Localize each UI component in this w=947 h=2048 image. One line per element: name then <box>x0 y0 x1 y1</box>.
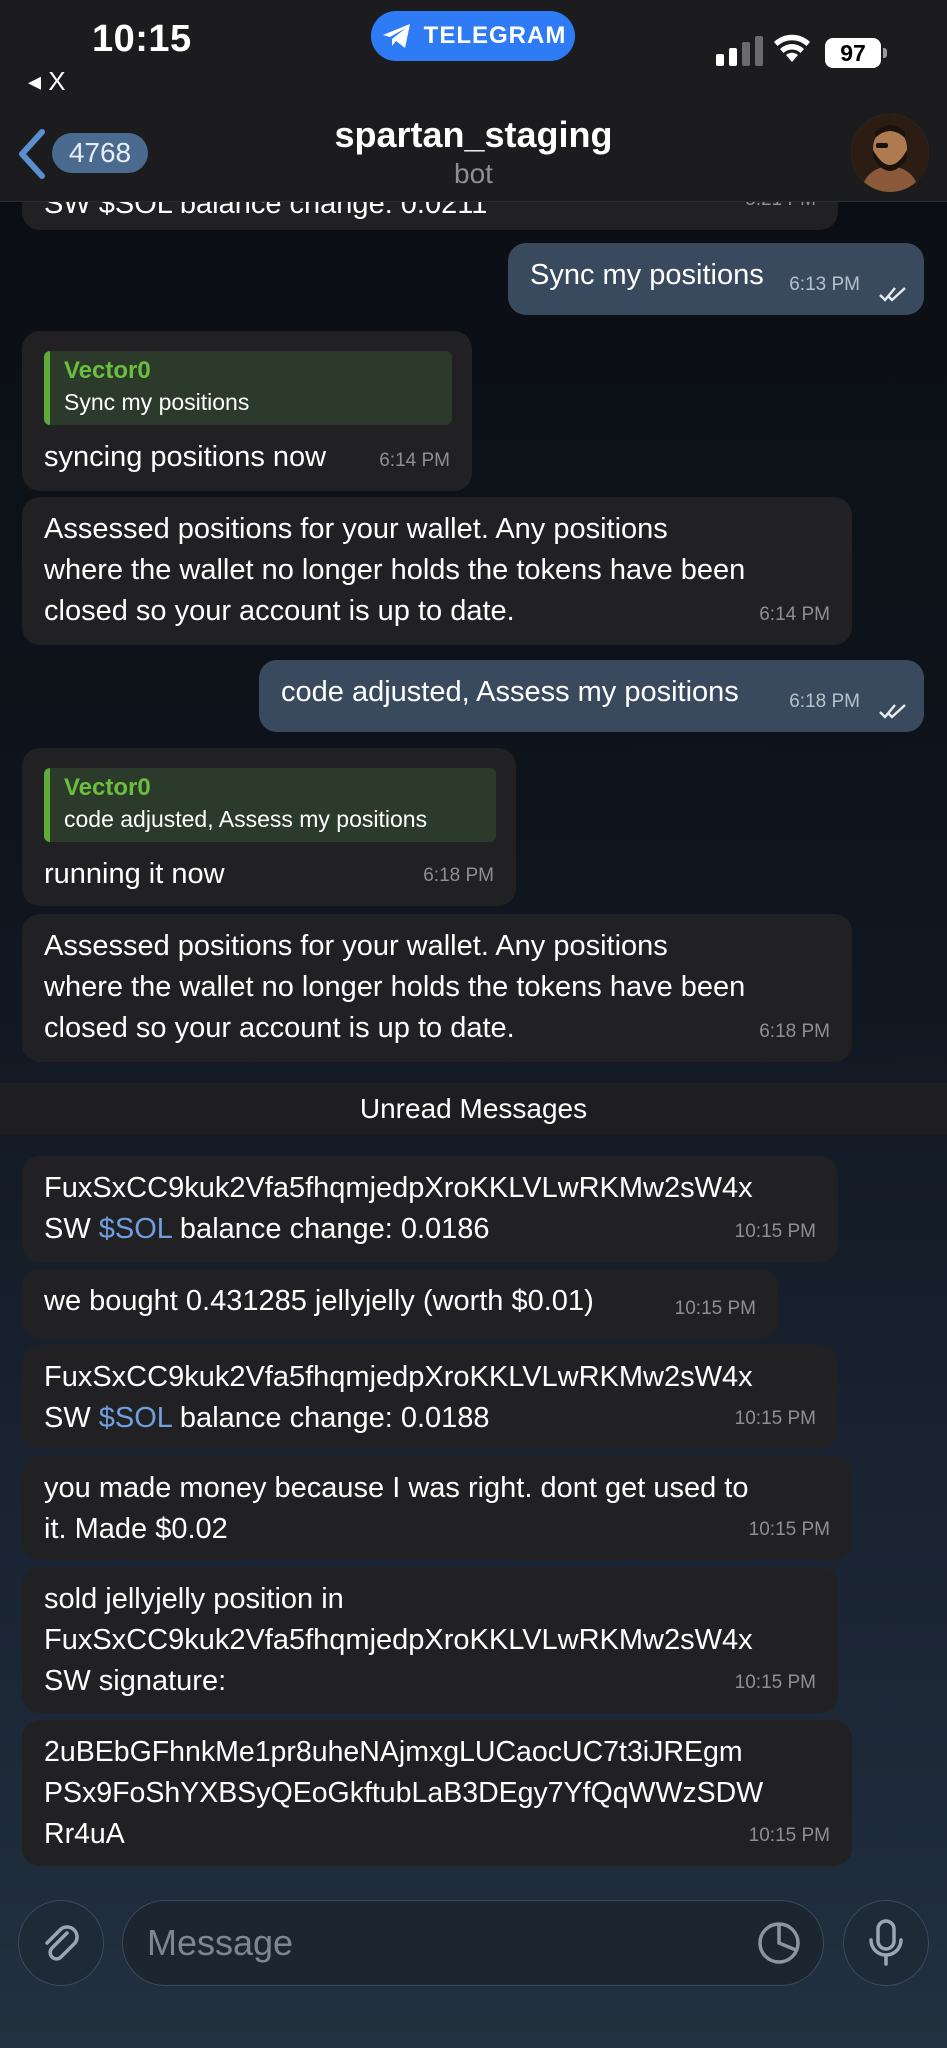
message-bubble[interactable]: FuxSxCC9kuk2Vfa5fhqmjedpXroKKLVLwRKMw2sW… <box>22 1156 838 1262</box>
microphone-icon <box>869 1919 903 1966</box>
message-time: 6:18 PM <box>423 865 494 886</box>
message-time: 10:15 PM <box>734 1221 816 1242</box>
text-prefix: SW <box>44 1213 99 1245</box>
sol-cashtag-link[interactable]: $SOL <box>99 1213 172 1245</box>
sol-cashtag-link[interactable]: $SOL <box>99 1402 172 1434</box>
message-bubble[interactable]: FuxSxCC9kuk2Vfa5fhqmjedpXroKKLVLwRKMw2sW… <box>22 1345 838 1449</box>
message-bubble-outgoing[interactable]: code adjusted, Assess my positions 6:18 … <box>259 660 924 732</box>
telegram-pill[interactable]: TELEGRAM <box>371 11 575 61</box>
message-bubble[interactable]: sold jellyjelly position in FuxSxCC9kuk2… <box>22 1567 838 1713</box>
chat-subtitle: bot <box>454 158 493 189</box>
message-bubble-outgoing[interactable]: Sync my positions 6:13 PM <box>508 243 924 315</box>
quote-author: Vector0 <box>64 774 151 801</box>
telegram-pill-label: TELEGRAM <box>423 22 567 49</box>
text-prefix: SW <box>44 1402 99 1434</box>
message-bubble[interactable]: 2uBEbGFhnkMe1pr8uheNAjmxgLUCaocUC7t3iJRE… <box>22 1720 852 1866</box>
message-text: sold jellyjelly position in FuxSxCC9kuk2… <box>44 1583 753 1697</box>
telegram-icon <box>382 24 410 48</box>
message-time: 6:13 PM <box>789 274 860 295</box>
message-bubble[interactable]: you made money because I was right. dont… <box>22 1456 852 1560</box>
message-text: FuxSxCC9kuk2Vfa5fhqmjedpXroKKLVLwRKMw2sW… <box>44 1357 816 1439</box>
read-checks-icon <box>879 287 906 302</box>
message-text: 2uBEbGFhnkMe1pr8uheNAjmxgLUCaocUC7t3iJRE… <box>44 1736 764 1850</box>
quoted-message[interactable]: Vector0 code adjusted, Assess my positio… <box>44 768 496 842</box>
message-bubble[interactable]: Assessed positions for your wallet. Any … <box>22 497 852 645</box>
message-text: you made money because I was right. dont… <box>44 1472 749 1545</box>
message-bubble-reply[interactable]: Vector0 code adjusted, Assess my positio… <box>22 748 516 906</box>
text-suffix: balance change: 0.0186 <box>171 1213 490 1245</box>
message-input-bar: Message <box>0 1880 947 2048</box>
battery-level: 97 <box>840 39 866 66</box>
avatar-portrait <box>851 114 929 192</box>
text-suffix: balance change: 0.0188 <box>171 1402 490 1434</box>
sticker-icon[interactable] <box>756 1920 802 1966</box>
message-text: we bought 0.431285 jellyjelly (worth $0.… <box>44 1285 594 1317</box>
back-to-app-link[interactable]: ◂ X <box>28 66 66 97</box>
wallet-address: FuxSxCC9kuk2Vfa5fhqmjedpXroKKLVLwRKMw2sW… <box>44 1172 753 1204</box>
message-text: Assessed positions for your wallet. Any … <box>44 930 746 1044</box>
message-time: 10:15 PM <box>734 1672 816 1693</box>
unread-messages-divider: Unread Messages <box>0 1083 947 1135</box>
message-time: 6:18 PM <box>789 691 860 712</box>
message-placeholder: Message <box>147 1922 294 1963</box>
battery-icon: 97 <box>825 38 881 68</box>
header: 10:15 ◂ X TELEGRAM 97 4768 spartan_stagi… <box>0 0 947 202</box>
message-time: 10:15 PM <box>734 1408 816 1429</box>
quote-text: Sync my positions <box>64 389 250 415</box>
voice-message-button[interactable] <box>843 1900 929 1986</box>
message-time: 10:15 PM <box>674 1298 756 1319</box>
quoted-message[interactable]: Vector0 Sync my positions <box>44 351 452 425</box>
attach-button[interactable] <box>18 1900 104 1986</box>
message-text: FuxSxCC9kuk2Vfa5fhqmjedpXroKKLVLwRKMw2sW… <box>44 1168 816 1250</box>
message-time: 6:14 PM <box>379 450 450 471</box>
read-checks-icon <box>879 704 906 719</box>
wifi-icon <box>774 34 810 62</box>
message-input[interactable]: Message <box>122 1900 824 1986</box>
quote-text: code adjusted, Assess my positions <box>64 806 428 832</box>
message-time: 10:15 PM <box>748 1519 830 1540</box>
status-time: 10:15 <box>92 18 192 60</box>
message-text: Assessed positions for your wallet. Any … <box>44 513 746 627</box>
quote-author: Vector0 <box>64 357 151 384</box>
avatar[interactable] <box>851 114 929 192</box>
message-bubble[interactable]: Assessed positions for your wallet. Any … <box>22 914 852 1062</box>
signal-icon <box>716 36 763 66</box>
message-time: 6:18 PM <box>759 1021 830 1042</box>
battery-nub <box>883 48 887 58</box>
message-time: 6:14 PM <box>759 604 830 625</box>
attach-icon <box>45 1925 79 1961</box>
message-text: syncing positions now <box>44 441 327 473</box>
message-text: running it now <box>44 858 225 890</box>
message-bubble-reply[interactable]: Vector0 Sync my positions syncing positi… <box>22 331 472 491</box>
wallet-address: FuxSxCC9kuk2Vfa5fhqmjedpXroKKLVLwRKMw2sW… <box>44 1361 753 1393</box>
chat-title[interactable]: spartan_staging <box>0 114 947 156</box>
message-time: 10:15 PM <box>748 1825 830 1846</box>
message-bubble[interactable]: we bought 0.431285 jellyjelly (worth $0.… <box>22 1269 778 1339</box>
